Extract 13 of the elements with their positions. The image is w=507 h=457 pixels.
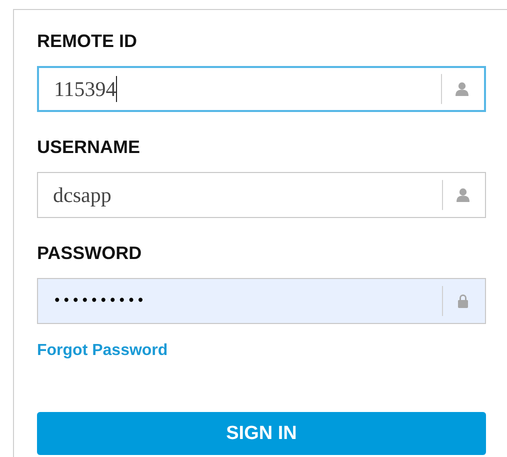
user-icon [454, 81, 470, 97]
field-label: USERNAME [37, 137, 142, 159]
input-field[interactable]: 115394 [37, 66, 486, 112]
field-label: PASSWORD [37, 243, 143, 265]
field-label: REMOTE ID [37, 31, 138, 53]
user-icon [455, 187, 471, 203]
lock-icon [455, 293, 471, 309]
text-caret [116, 76, 118, 102]
input-field[interactable]: dcsapp [37, 172, 486, 218]
input-field[interactable]: •••••••••• [37, 278, 486, 324]
field-value: dcsapp [53, 182, 112, 208]
field-value: 115394 [54, 76, 116, 102]
field-value: •••••••••• [53, 293, 146, 309]
